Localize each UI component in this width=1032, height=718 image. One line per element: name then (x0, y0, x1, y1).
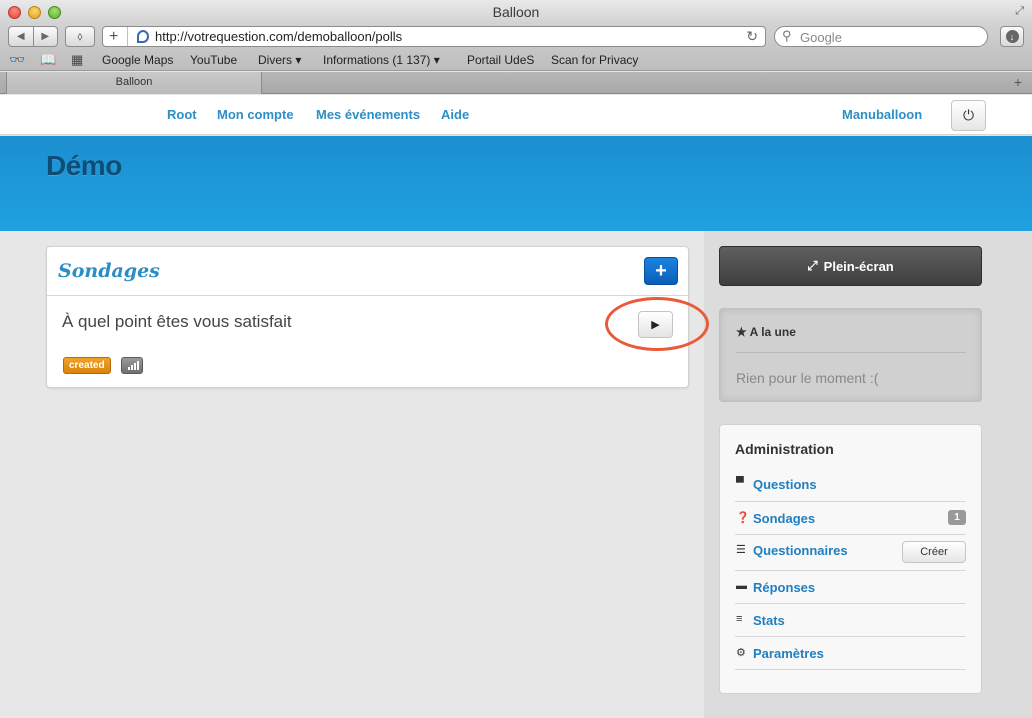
share-button[interactable]: ⬨ (65, 26, 95, 47)
status-badge: created (63, 357, 111, 374)
comments-icon: ▬ (736, 580, 747, 592)
divider (736, 352, 966, 353)
bookmark-informations[interactable]: Informations (1 137) ▾ (323, 53, 440, 67)
bookmark-portail-udes[interactable]: Portail UdeS (467, 53, 534, 67)
admin-item-label: Paramètres (753, 646, 824, 661)
star-icon: ★ (736, 325, 747, 339)
admin-item-sondages[interactable]: ❓ Sondages 1 (735, 502, 966, 535)
fullscreen-toggle-icon[interactable]: ⤢ (1015, 5, 1024, 18)
fullscreen-label: Plein-écran (823, 258, 894, 274)
count-badge: 1 (948, 510, 966, 525)
add-bookmark-icon[interactable]: + (109, 28, 118, 46)
fullscreen-button[interactable]: ⤢ Plein-écran (719, 246, 982, 286)
tab-bar: Balloon + (0, 72, 1032, 94)
new-tab-icon[interactable]: + (1014, 74, 1022, 90)
bar-chart-icon-bar (128, 367, 130, 370)
admin-item-label: Questionnaires (753, 543, 848, 558)
search-placeholder: Google (800, 30, 842, 45)
bookmark-informations-label: Informations (1 137) (323, 53, 431, 67)
featured-empty-message: Rien pour le moment :( (736, 370, 879, 386)
nav-mes-evenements[interactable]: Mes événements (316, 107, 420, 122)
history-nav: ◀ ▶ (8, 26, 58, 47)
poll-stats-button[interactable] (121, 357, 143, 374)
reload-icon[interactable]: ↻ (746, 28, 758, 45)
gear-icon: ⚙ (736, 647, 746, 659)
downloads-button[interactable]: ↓ (1000, 26, 1024, 47)
window-titlebar: Balloon ⤢ (0, 0, 1032, 24)
download-icon: ↓ (1005, 30, 1019, 43)
admin-item-stats[interactable]: ≡ Stats (735, 604, 966, 637)
highlight-annotation (605, 297, 709, 351)
tab-balloon[interactable]: Balloon (6, 72, 262, 94)
featured-title: ★ A la une (736, 325, 796, 339)
polls-title: Sondages (58, 260, 160, 282)
admin-item-label: Questions (753, 477, 817, 492)
admin-item-parametres[interactable]: ⚙ Paramètres (735, 637, 966, 670)
polls-panel: Sondages + À quel point êtes vous satisf… (46, 246, 709, 388)
poll-question[interactable]: À quel point êtes vous satisfait (62, 312, 292, 332)
admin-item-label: Réponses (753, 580, 816, 595)
nav-aide[interactable]: Aide (441, 107, 469, 122)
site-favicon-icon (137, 30, 149, 43)
nav-root[interactable]: Root (167, 107, 197, 122)
bookmarks-bar: 👓 📖 ▦ Google Maps YouTube Divers ▾ Infor… (0, 50, 1032, 71)
administration-panel: Administration ▀ Questions ❓ Sondages 1 … (719, 424, 982, 694)
bookmark-google-maps[interactable]: Google Maps (102, 53, 173, 67)
address-divider (127, 27, 128, 46)
bar-chart-icon-bar (131, 365, 133, 370)
browser-toolbar: ◀ ▶ ⬨ + http://votrequestion.com/demobal… (0, 24, 1032, 50)
question-circle-icon: ❓ (736, 512, 750, 524)
bar-chart-icon-bar (137, 361, 139, 370)
featured-panel: ★ A la une Rien pour le moment :( (719, 308, 982, 402)
bookmarks-book-icon[interactable]: 📖 (40, 52, 56, 68)
back-button[interactable]: ◀ (9, 27, 34, 46)
align-left-icon: ≡ (736, 613, 743, 625)
polls-panel-header: Sondages + (47, 247, 688, 296)
window-title: Balloon (492, 4, 540, 20)
user-menu[interactable]: Manuballoon (842, 107, 922, 122)
featured-title-label: A la une (749, 325, 796, 339)
comment-icon: ▀ (736, 477, 744, 489)
nav-mon-compte[interactable]: Mon compte (217, 107, 294, 122)
bookmark-divers-label: Divers (258, 53, 293, 67)
top-sites-grid-icon[interactable]: ▦ (71, 52, 83, 68)
search-icon: ⚲ (782, 28, 792, 43)
logout-button[interactable]: ⏻ (951, 100, 986, 131)
expand-icon: ⤢ (807, 258, 818, 273)
bookmark-scan-for-privacy[interactable]: Scan for Privacy (551, 53, 638, 67)
bookmark-youtube[interactable]: YouTube (190, 53, 237, 67)
list-icon: ☰ (736, 544, 746, 556)
admin-item-label: Stats (753, 613, 785, 628)
address-bar[interactable]: + http://votrequestion.com/demoballoon/p… (102, 26, 766, 47)
reading-list-icon[interactable]: 👓 (9, 52, 25, 68)
search-field[interactable]: ⚲ Google (774, 26, 988, 47)
share-icon: ⬨ (77, 29, 83, 43)
create-questionnaire-button[interactable]: Créer (902, 541, 966, 563)
admin-item-questions[interactable]: ▀ Questions (735, 475, 966, 502)
bar-chart-icon-bar (134, 363, 136, 370)
url-text[interactable]: http://votrequestion.com/demoballoon/pol… (155, 29, 402, 44)
bookmark-divers[interactable]: Divers ▾ (258, 53, 301, 67)
power-icon: ⏻ (962, 107, 975, 123)
event-header: Démo (0, 136, 1032, 231)
site-navbar: Root Mon compte Mes événements Aide Manu… (0, 95, 1032, 135)
admin-item-label: Sondages (753, 511, 816, 526)
forward-button[interactable]: ▶ (34, 27, 58, 46)
administration-title: Administration (735, 441, 834, 457)
admin-item-reponses[interactable]: ▬ Réponses (735, 571, 966, 604)
admin-item-questionnaires[interactable]: ☰ Questionnaires Créer (735, 535, 966, 571)
page-title: Démo (46, 150, 122, 181)
add-poll-button[interactable]: + (644, 257, 678, 285)
